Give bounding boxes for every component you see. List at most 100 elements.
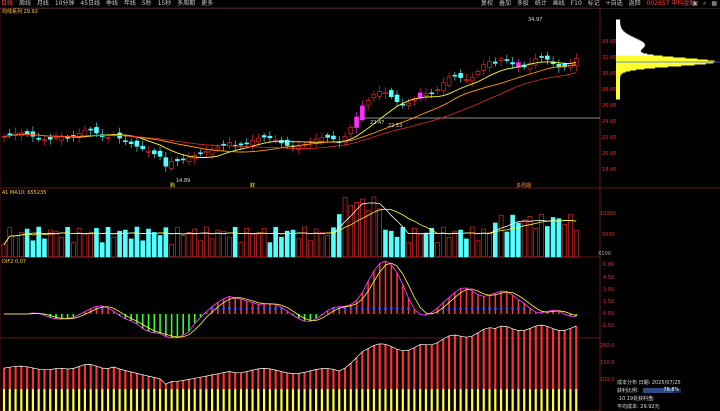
- candle-body: [238, 143, 244, 146]
- volume-bar: [464, 238, 469, 258]
- macd-signal-dot: [401, 307, 405, 310]
- candle-body: [504, 59, 510, 61]
- volume-bar: [545, 226, 550, 258]
- macd-signal-dot: [262, 307, 266, 310]
- volume-bar: [475, 240, 481, 258]
- avg-cost-value: 29.92元: [640, 404, 660, 410]
- volume-bar: [388, 230, 394, 258]
- volume-bar: [365, 210, 371, 258]
- volume-bar: [128, 238, 134, 258]
- volume-bar: [279, 236, 284, 258]
- volume-bar: [325, 235, 330, 258]
- macd-signal-dot: [227, 307, 231, 310]
- macd-signal-dot: [470, 307, 474, 310]
- profit-ratio-row: 获利比例: 78.8%: [617, 387, 682, 394]
- macd-signal-dot: [459, 307, 463, 310]
- macd-signal-dot: [233, 307, 237, 310]
- candle-body: [371, 94, 377, 99]
- macd-signal-dot: [488, 307, 492, 310]
- volume-bar: [71, 242, 76, 258]
- volume-bar: [244, 227, 250, 258]
- macd-signal-dot: [222, 307, 226, 310]
- volume-bar: [469, 226, 475, 258]
- cost-tick: 150.0: [600, 360, 615, 366]
- macd-signal-dot: [516, 307, 520, 310]
- candle-body: [539, 56, 544, 58]
- volume-bar: [256, 233, 261, 258]
- macd-signal-dot: [447, 307, 451, 310]
- candle-body: [533, 58, 539, 66]
- volume-bar: [302, 226, 307, 258]
- candle-body: [261, 135, 267, 138]
- candle-body: [498, 58, 504, 61]
- macd-signal-dot: [360, 307, 364, 310]
- candle-body: [7, 133, 13, 136]
- volume-bar: [550, 217, 556, 258]
- candle-body: [163, 157, 169, 167]
- y-tick: 24.00: [602, 119, 617, 125]
- volume-bar: [215, 229, 221, 258]
- candle-body: [296, 146, 302, 150]
- volume-bar: [238, 242, 244, 258]
- candle-body: [30, 131, 36, 137]
- volume-bar: [562, 224, 567, 258]
- candle-body: [221, 143, 226, 146]
- candle-body: [244, 142, 250, 145]
- volume-bar: [568, 214, 573, 258]
- ma20-line: [3, 64, 577, 153]
- macd-header: DIF2 0.07: [2, 259, 27, 265]
- candle-body: [475, 71, 481, 76]
- y-tick: 20.00: [602, 151, 617, 157]
- volume-bar: [452, 230, 458, 258]
- candle-body: [250, 139, 255, 146]
- volume-bar: [175, 227, 180, 258]
- macd-signal-dot: [239, 307, 243, 310]
- volume-bar: [556, 218, 562, 258]
- volume-bar: [423, 233, 429, 258]
- volume-bar: [221, 230, 226, 258]
- volume-bar: [117, 230, 122, 258]
- candle-body: [452, 74, 458, 77]
- volume-bar: [417, 233, 423, 258]
- volume-bar: [412, 227, 417, 258]
- macd-signal-dot: [274, 307, 278, 310]
- candle-body: [394, 94, 400, 103]
- cost-tick: 100.0: [600, 377, 615, 383]
- candle-body: [325, 134, 330, 138]
- volume-tick: 5000: [602, 232, 615, 238]
- y-tick: 26.00: [602, 103, 617, 109]
- candle-body: [469, 77, 475, 82]
- volume-bar: [30, 240, 36, 258]
- volume-bar: [1, 244, 7, 258]
- candle-body: [510, 62, 515, 65]
- candle-body: [383, 92, 388, 95]
- high-price-label: 34.97: [528, 17, 543, 23]
- macd-signal-dot: [268, 307, 272, 310]
- kline-chart[interactable]: [0, 0, 720, 411]
- volume-bar: [123, 229, 128, 258]
- ma30-line: [3, 72, 577, 149]
- volume-bar: [250, 233, 255, 258]
- volume-bar: [227, 236, 232, 258]
- volume-bar: [261, 227, 267, 258]
- candle-body: [440, 82, 446, 92]
- volume-bar: [99, 242, 105, 258]
- volume-bar: [533, 227, 539, 258]
- candle-body: [59, 136, 65, 141]
- candle-body: [105, 136, 111, 139]
- macd-tick: 1.50: [603, 299, 615, 305]
- volume-bar: [232, 226, 238, 258]
- macd-signal-dot: [256, 307, 260, 310]
- candle-body: [464, 79, 469, 81]
- y-tick: 18.00: [602, 167, 617, 173]
- volume-bar: [180, 235, 186, 258]
- macd-signal-dot: [493, 307, 497, 310]
- volume-bar: [429, 227, 435, 258]
- volume-bar: [319, 232, 325, 258]
- candle-body: [256, 137, 261, 143]
- candle-body: [157, 150, 163, 157]
- candle-body: [53, 137, 59, 139]
- candle-body: [267, 135, 273, 139]
- macd-tick: -1.50: [601, 323, 614, 329]
- candle-body: [423, 92, 429, 97]
